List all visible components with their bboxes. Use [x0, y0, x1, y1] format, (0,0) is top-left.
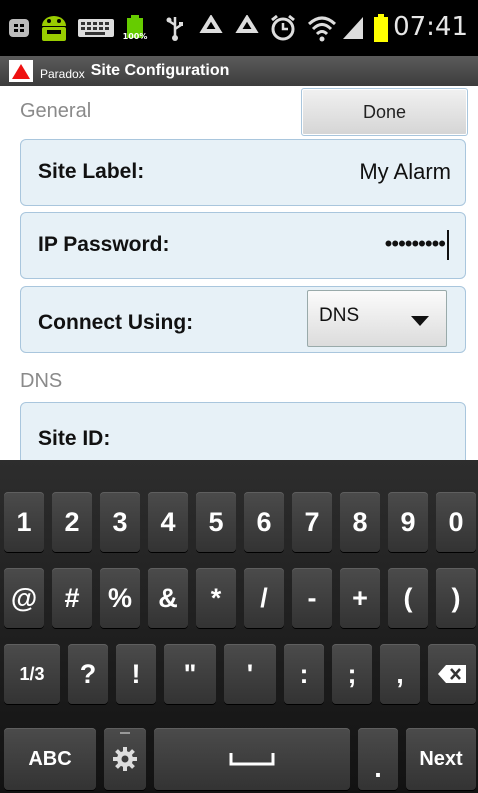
key-at[interactable]: @	[4, 568, 44, 628]
site-id-label: Site ID:	[38, 427, 111, 450]
site-label-label: Site Label:	[38, 160, 145, 183]
key-3[interactable]: 3	[100, 492, 140, 552]
gear-icon	[113, 747, 137, 771]
ip-password-label: IP Password:	[38, 233, 170, 256]
key-comma[interactable]: ,	[380, 644, 420, 704]
recycle-icon	[196, 14, 226, 42]
key-single-quote[interactable]: '	[224, 644, 276, 704]
connect-using-value: DNS	[319, 305, 360, 326]
title-bar: Paradox Site Configuration	[0, 56, 478, 86]
key-backspace[interactable]	[428, 644, 476, 704]
battery-full-icon: 100%	[120, 14, 150, 42]
key-ampersand[interactable]: &	[148, 568, 188, 628]
key-2[interactable]: 2	[52, 492, 92, 552]
key-0[interactable]: 0	[436, 492, 476, 552]
key-open-paren[interactable]: (	[388, 568, 428, 628]
key-semicolon[interactable]: ;	[332, 644, 372, 704]
ip-password-field[interactable]: IP Password: •••••••••	[20, 212, 466, 279]
ip-password-input[interactable]: •••••••••	[385, 230, 449, 260]
key-plus[interactable]: +	[340, 568, 380, 628]
section-general-label: General	[20, 100, 92, 122]
paradox-logo-icon	[9, 60, 33, 82]
backspace-icon	[438, 665, 466, 683]
battery-badge: 100%	[122, 32, 148, 41]
connect-using-field: Connect Using: DNS	[20, 286, 466, 353]
battery-icon	[370, 14, 392, 42]
done-button[interactable]: Done	[301, 88, 468, 136]
key-5[interactable]: 5	[196, 492, 236, 552]
key-space[interactable]	[154, 728, 350, 790]
key-next[interactable]: Next	[406, 728, 476, 790]
usb-icon	[162, 14, 188, 42]
key-question[interactable]: ?	[68, 644, 108, 704]
settings-indicator	[120, 732, 130, 734]
space-icon	[229, 753, 275, 766]
page-title: Site Configuration	[90, 62, 230, 79]
ip-password-value: •••••••••	[384, 230, 446, 256]
text-cursor	[447, 230, 449, 260]
status-bar: 100% 07:41	[0, 0, 478, 56]
key-close-paren[interactable]: )	[436, 568, 476, 628]
wifi-icon	[306, 14, 338, 42]
key-6[interactable]: 6	[244, 492, 284, 552]
app-brand: Paradox	[40, 67, 85, 81]
connect-using-label: Connect Using:	[38, 311, 194, 334]
key-asterisk[interactable]: *	[196, 568, 236, 628]
recycle-icon	[232, 14, 262, 42]
site-label-field[interactable]: Site Label: My Alarm	[20, 139, 466, 206]
key-percent[interactable]: %	[100, 568, 140, 628]
key-period[interactable]: .	[358, 728, 398, 790]
keyboard-icon	[76, 14, 116, 42]
section-dns-label: DNS	[20, 370, 63, 392]
key-exclamation[interactable]: !	[116, 644, 156, 704]
key-1[interactable]: 1	[4, 492, 44, 552]
soft-keyboard: 1 2 3 4 5 6 7 8 9 0 @ # % & * / - + ( ) …	[0, 460, 478, 793]
key-colon[interactable]: :	[284, 644, 324, 704]
key-8[interactable]: 8	[340, 492, 380, 552]
signal-icon	[340, 14, 366, 42]
key-abc[interactable]: ABC	[4, 728, 96, 790]
key-9[interactable]: 9	[388, 492, 428, 552]
bbm-icon	[8, 14, 30, 42]
alarm-clock-icon	[268, 14, 298, 42]
connect-using-select[interactable]: DNS	[307, 290, 447, 347]
key-double-quote[interactable]: "	[164, 644, 216, 704]
site-label-input[interactable]: My Alarm	[359, 159, 451, 185]
android-debug-icon	[36, 14, 72, 42]
key-minus[interactable]: -	[292, 568, 332, 628]
dropdown-arrow-icon	[411, 316, 429, 326]
status-time: 07:41	[393, 12, 468, 42]
key-hash[interactable]: #	[52, 568, 92, 628]
key-4[interactable]: 4	[148, 492, 188, 552]
key-settings[interactable]	[104, 728, 146, 790]
key-slash[interactable]: /	[244, 568, 284, 628]
key-page-toggle[interactable]: 1/3	[4, 644, 60, 704]
key-7[interactable]: 7	[292, 492, 332, 552]
